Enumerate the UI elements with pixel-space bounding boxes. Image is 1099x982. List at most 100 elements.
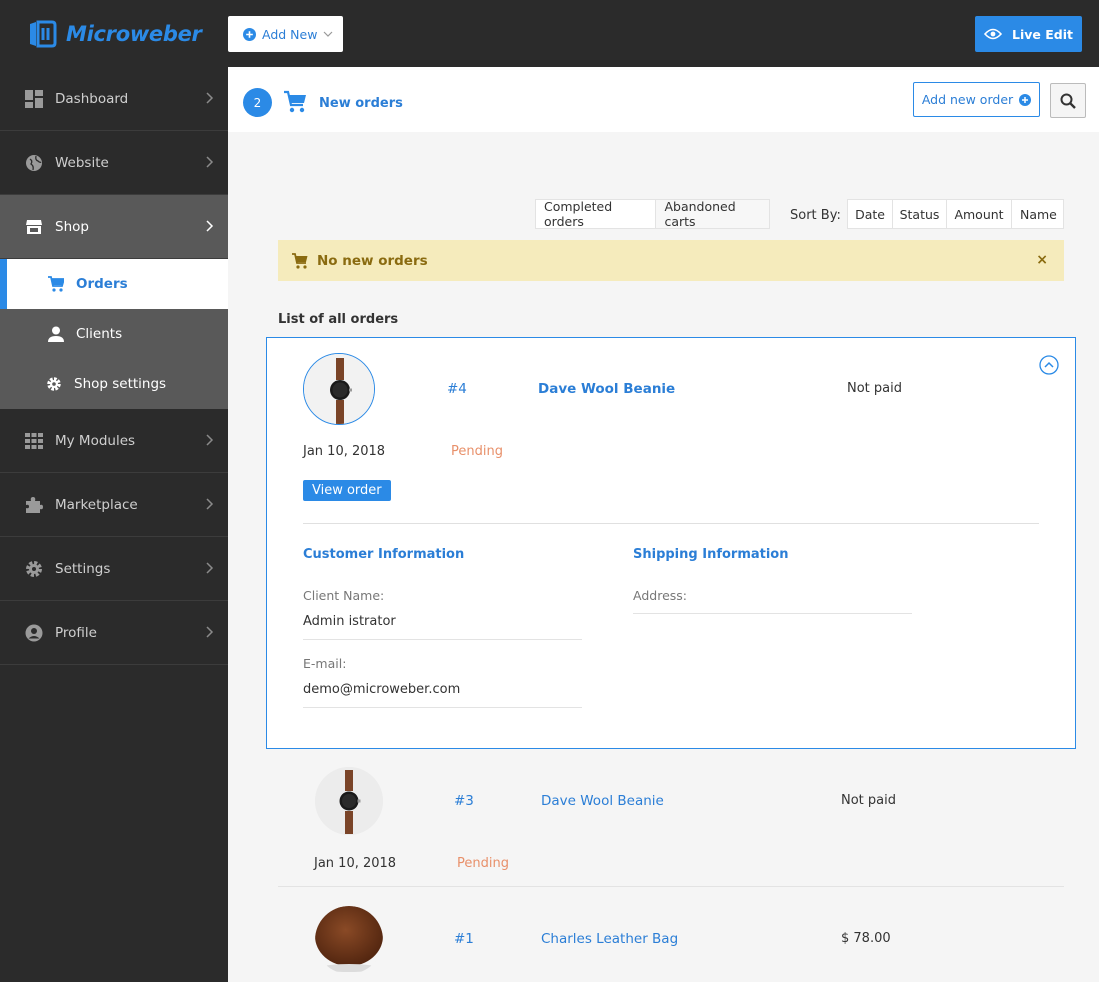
- add-new-label: Add New: [262, 26, 318, 42]
- payment-status: Not paid: [847, 381, 902, 396]
- order-product-name[interactable]: Dave Wool Beanie: [538, 381, 675, 397]
- order-status-badge: Pending: [451, 444, 503, 459]
- sidebar-item-label: Clients: [76, 326, 123, 342]
- dashboard-icon: [25, 89, 43, 108]
- watch-image: [304, 354, 374, 424]
- order-status-badge: Pending: [457, 856, 509, 871]
- sidebar-item-website[interactable]: Website: [0, 131, 228, 195]
- alert-text: No new orders: [317, 252, 428, 269]
- divider: [303, 639, 582, 640]
- search-button[interactable]: [1050, 83, 1086, 118]
- logo[interactable]: Microweber: [0, 0, 228, 67]
- order-date: Jan 10, 2018: [303, 444, 386, 459]
- divider: [303, 523, 1039, 524]
- sidebar-item-clients[interactable]: Clients: [0, 309, 228, 359]
- sidebar-item-shop-settings[interactable]: Shop settings: [0, 359, 228, 409]
- bag-image: [315, 906, 383, 974]
- eye-icon: [984, 28, 1002, 40]
- divider: [303, 707, 582, 708]
- shop-submenu: Orders Clients Shop settings: [0, 259, 228, 409]
- order-product-name[interactable]: Dave Wool Beanie: [541, 793, 664, 809]
- cart-icon: [48, 276, 64, 292]
- globe-icon: [25, 154, 43, 172]
- user-circle-icon: [25, 624, 43, 642]
- client-name-value: Admin istrator: [303, 614, 396, 629]
- payment-status: Not paid: [841, 793, 896, 808]
- sidebar-item-label: Marketplace: [55, 496, 138, 513]
- product-thumbnail: [303, 353, 375, 425]
- shipping-info-heading: Shipping Information: [633, 547, 789, 562]
- add-new-order-button[interactable]: Add new order: [913, 82, 1040, 117]
- live-edit-label: Live Edit: [1012, 26, 1073, 42]
- order-number: #4: [447, 381, 467, 397]
- order-amount: $ 78.00: [841, 931, 891, 946]
- sidebar-item-marketplace[interactable]: Marketplace: [0, 473, 228, 537]
- live-edit-button[interactable]: Live Edit: [975, 16, 1082, 52]
- sidebar-item-label: My Modules: [55, 432, 136, 449]
- brand-name: Microweber: [66, 21, 202, 46]
- plus-circle-icon: [1019, 93, 1032, 106]
- sort-name-button[interactable]: Name: [1012, 200, 1065, 228]
- person-icon: [48, 326, 64, 342]
- plus-circle-icon: [243, 27, 256, 41]
- microweber-logo-icon: [30, 20, 57, 47]
- email-value: demo@microweber.com: [303, 682, 461, 697]
- sidebar-item-label: Settings: [55, 560, 111, 577]
- divider: [633, 613, 912, 614]
- sidebar-item-profile[interactable]: Profile: [0, 601, 228, 665]
- store-icon: [25, 218, 43, 236]
- orders-header: 2 New orders Add new order: [228, 67, 1099, 132]
- order-product-name[interactable]: Charles Leather Bag: [541, 931, 678, 947]
- sort-date-button[interactable]: Date: [848, 200, 893, 228]
- customer-info-heading: Customer Information: [303, 547, 465, 562]
- sidebar-item-label: Shop settings: [74, 376, 167, 392]
- abandoned-carts-tab[interactable]: Abandoned carts: [656, 199, 769, 229]
- sidebar-item-label: Website: [55, 154, 109, 171]
- gear-icon: [46, 376, 62, 392]
- sidebar-item-dashboard[interactable]: Dashboard: [0, 67, 228, 131]
- product-thumbnail: [315, 767, 383, 835]
- sidebar-item-shop[interactable]: Shop: [0, 195, 228, 259]
- page-title: New orders: [319, 96, 403, 111]
- order-card-expanded[interactable]: #4 Dave Wool Beanie Not paid Jan 10, 201…: [266, 337, 1076, 749]
- sidebar-item-label: Profile: [55, 624, 97, 641]
- gear-icon: [25, 560, 43, 578]
- sidebar-item-label: Dashboard: [55, 90, 129, 107]
- cart-icon: [284, 90, 306, 113]
- chevron-up-icon[interactable]: [1039, 355, 1059, 375]
- chevron-right-icon: [206, 434, 214, 446]
- chevron-right-icon: [206, 626, 214, 638]
- add-new-button[interactable]: Add New: [228, 16, 343, 52]
- close-icon[interactable]: ×: [1036, 252, 1048, 268]
- address-label: Address:: [633, 588, 687, 603]
- order-row[interactable]: #3 Dave Wool Beanie Not paid Jan 10, 201…: [278, 749, 1064, 887]
- sidebar-item-orders[interactable]: Orders: [0, 259, 228, 309]
- sidebar-item-settings[interactable]: Settings: [0, 537, 228, 601]
- completed-orders-tab[interactable]: Completed orders: [536, 199, 657, 229]
- no-orders-alert: No new orders ×: [278, 240, 1064, 281]
- product-thumbnail: [315, 906, 383, 974]
- sort-options: Date Status Amount Name: [847, 199, 1064, 229]
- orders-count-badge: 2: [243, 88, 272, 117]
- watch-image: [315, 767, 383, 835]
- search-icon: [1060, 93, 1076, 109]
- order-row[interactable]: #1 Charles Leather Bag $ 78.00: [278, 888, 1064, 982]
- order-number: #1: [454, 931, 474, 947]
- sidebar-item-my-modules[interactable]: My Modules: [0, 409, 228, 473]
- chevron-right-icon: [206, 498, 214, 510]
- email-label: E-mail:: [303, 656, 347, 671]
- chevron-right-icon: [206, 220, 214, 232]
- sort-status-button[interactable]: Status: [893, 200, 947, 228]
- list-title: List of all orders: [278, 312, 399, 327]
- view-order-button[interactable]: View order: [303, 480, 391, 501]
- sidebar: Microweber Dashboard Website Shop Orders: [0, 0, 228, 982]
- chevron-down-icon: [324, 31, 333, 37]
- add-new-order-label: Add new order: [921, 92, 1014, 107]
- topbar: Add New Live Edit: [228, 0, 1099, 67]
- order-type-filter: Completed orders Abandoned carts: [535, 199, 770, 229]
- sort-amount-button[interactable]: Amount: [947, 200, 1012, 228]
- puzzle-icon: [25, 496, 43, 514]
- client-name-label: Client Name:: [303, 588, 385, 603]
- order-date: Jan 10, 2018: [314, 856, 397, 871]
- chevron-right-icon: [206, 92, 214, 104]
